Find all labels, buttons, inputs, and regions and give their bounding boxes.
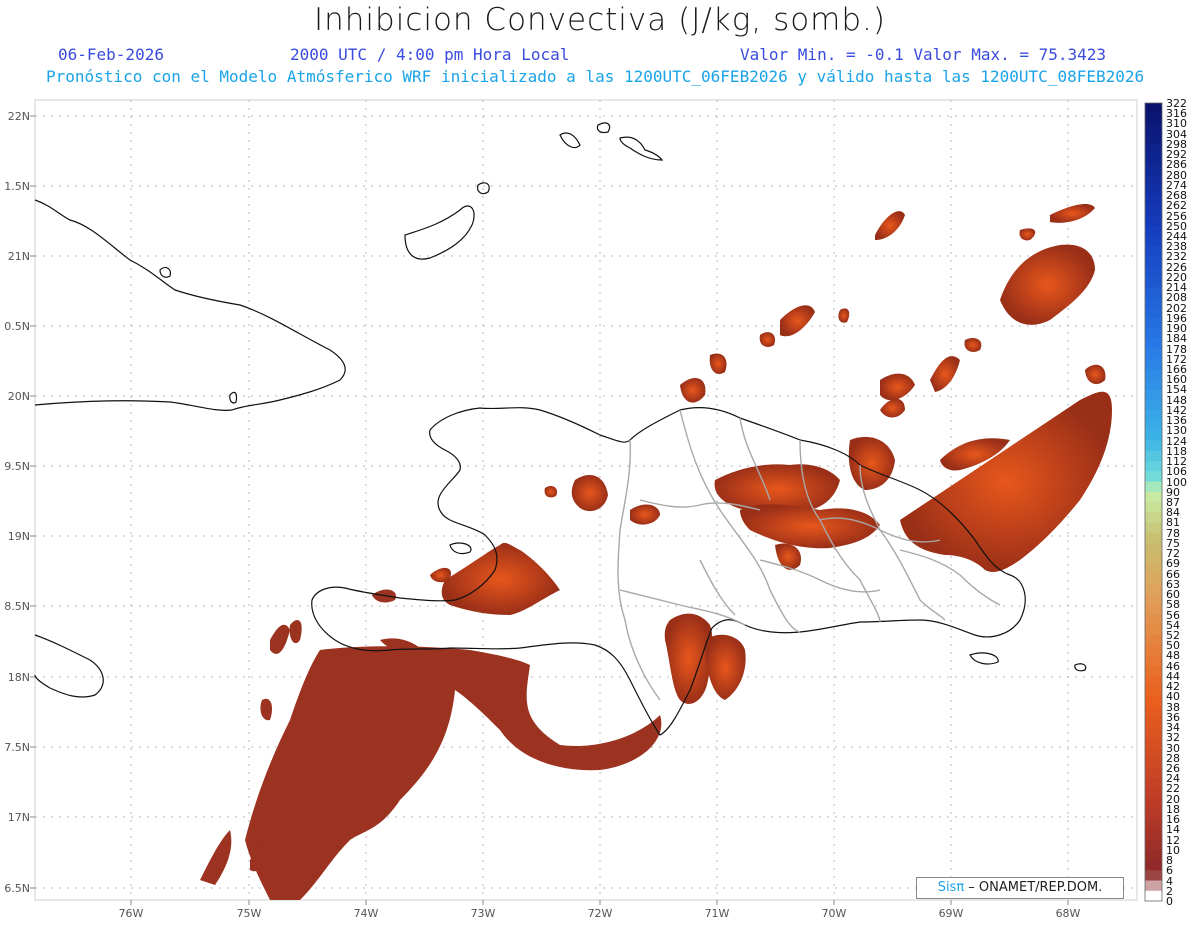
colorbar-segment bbox=[1145, 266, 1162, 278]
colorbar-segment bbox=[1145, 880, 1162, 892]
colorbar-segment bbox=[1145, 604, 1162, 616]
colorbar-segment bbox=[1145, 481, 1162, 493]
colorbar-segment bbox=[1145, 645, 1162, 657]
colorbar-segment bbox=[1145, 849, 1162, 861]
colorbar-segment bbox=[1145, 297, 1162, 309]
colorbar-segment bbox=[1145, 757, 1162, 769]
colorbar-segment bbox=[1145, 737, 1162, 749]
colorbar-segment bbox=[1145, 553, 1162, 564]
credit-box: Sisπ – ONAMET/REP.DOM. bbox=[916, 877, 1124, 899]
colorbar-segment bbox=[1145, 583, 1162, 595]
colorbar-segment bbox=[1145, 716, 1162, 728]
colorbar-segment bbox=[1145, 706, 1162, 718]
colorbar bbox=[1144, 102, 1163, 902]
colorbar-segment bbox=[1145, 328, 1162, 339]
colorbar-segment bbox=[1145, 860, 1162, 871]
colorbar-segment bbox=[1145, 225, 1162, 237]
colorbar-segment bbox=[1145, 614, 1162, 626]
colorbar-segment bbox=[1145, 317, 1162, 329]
colorbar-label: 0 bbox=[1166, 895, 1173, 908]
colorbar-segment bbox=[1145, 808, 1162, 820]
colorbar-segment bbox=[1145, 655, 1162, 667]
colorbar-segment bbox=[1145, 369, 1162, 380]
colorbar-segment bbox=[1145, 276, 1162, 288]
colorbar-segment bbox=[1145, 440, 1162, 452]
colorbar-segment bbox=[1145, 696, 1162, 708]
colorbar-segment bbox=[1145, 338, 1162, 350]
colorbar-segment bbox=[1145, 409, 1162, 421]
colorbar-segment bbox=[1145, 573, 1162, 585]
colorbar-segment bbox=[1145, 890, 1162, 902]
colorbar-segment bbox=[1145, 563, 1162, 575]
colorbar-segment bbox=[1145, 686, 1162, 697]
colorbar-segment bbox=[1145, 870, 1162, 882]
colorbar-segment bbox=[1145, 430, 1162, 442]
colorbar-segment bbox=[1145, 133, 1162, 145]
colorbar-segment bbox=[1145, 123, 1162, 135]
colorbar-segment bbox=[1145, 675, 1162, 687]
colorbar-segment bbox=[1145, 113, 1162, 125]
credit-text: – ONAMET/REP.DOM. bbox=[964, 880, 1103, 895]
colorbar-segment bbox=[1145, 594, 1162, 605]
colorbar-segment bbox=[1145, 215, 1162, 227]
colorbar-segment bbox=[1145, 502, 1162, 513]
colorbar-segment bbox=[1145, 532, 1162, 544]
colorbar-segment bbox=[1145, 727, 1162, 738]
colorbar-segment bbox=[1145, 379, 1162, 391]
colorbar-segment bbox=[1145, 542, 1162, 554]
colorbar-segment bbox=[1145, 491, 1162, 503]
colorbar-segment bbox=[1145, 624, 1162, 636]
colorbar-segment bbox=[1145, 184, 1162, 196]
colorbar-segment bbox=[1145, 768, 1162, 779]
colorbar-segment bbox=[1145, 287, 1162, 298]
colorbar-segment bbox=[1145, 358, 1162, 370]
colorbar-segment bbox=[1145, 819, 1162, 830]
colorbar-segment bbox=[1145, 143, 1162, 155]
brand-logo: Sis bbox=[937, 880, 957, 895]
colorbar-segment bbox=[1145, 205, 1162, 217]
colorbar-segment bbox=[1145, 195, 1162, 206]
colorbar-segment bbox=[1145, 256, 1162, 268]
colorbar-segment bbox=[1145, 839, 1162, 851]
colorbar-segment bbox=[1145, 154, 1162, 165]
colorbar-segment bbox=[1145, 450, 1162, 462]
colorbar-segment bbox=[1145, 103, 1162, 114]
colorbar-segment bbox=[1145, 512, 1162, 524]
colorbar-segment bbox=[1145, 471, 1162, 483]
colorbar-segment bbox=[1145, 348, 1162, 360]
colorbar-segment bbox=[1145, 246, 1162, 258]
brand-pi: π bbox=[956, 880, 965, 895]
colorbar-segment bbox=[1145, 798, 1162, 810]
colorbar-segment bbox=[1145, 399, 1162, 411]
colorbar-segment bbox=[1145, 665, 1162, 677]
colorbar-segment bbox=[1145, 522, 1162, 534]
colorbar-segment bbox=[1145, 236, 1162, 247]
colorbar-segment bbox=[1145, 389, 1162, 401]
colorbar-segment bbox=[1145, 747, 1162, 759]
colorbar-segment bbox=[1145, 174, 1162, 186]
colorbar-segment bbox=[1145, 307, 1162, 319]
colorbar-segment bbox=[1145, 788, 1162, 800]
colorbar-segment bbox=[1145, 461, 1162, 472]
colorbar-segment bbox=[1145, 778, 1162, 790]
colorbar-segment bbox=[1145, 164, 1162, 176]
colorbar-segment bbox=[1145, 829, 1162, 841]
colorbar-segment bbox=[1145, 420, 1162, 431]
colorbar-segment bbox=[1145, 635, 1162, 646]
